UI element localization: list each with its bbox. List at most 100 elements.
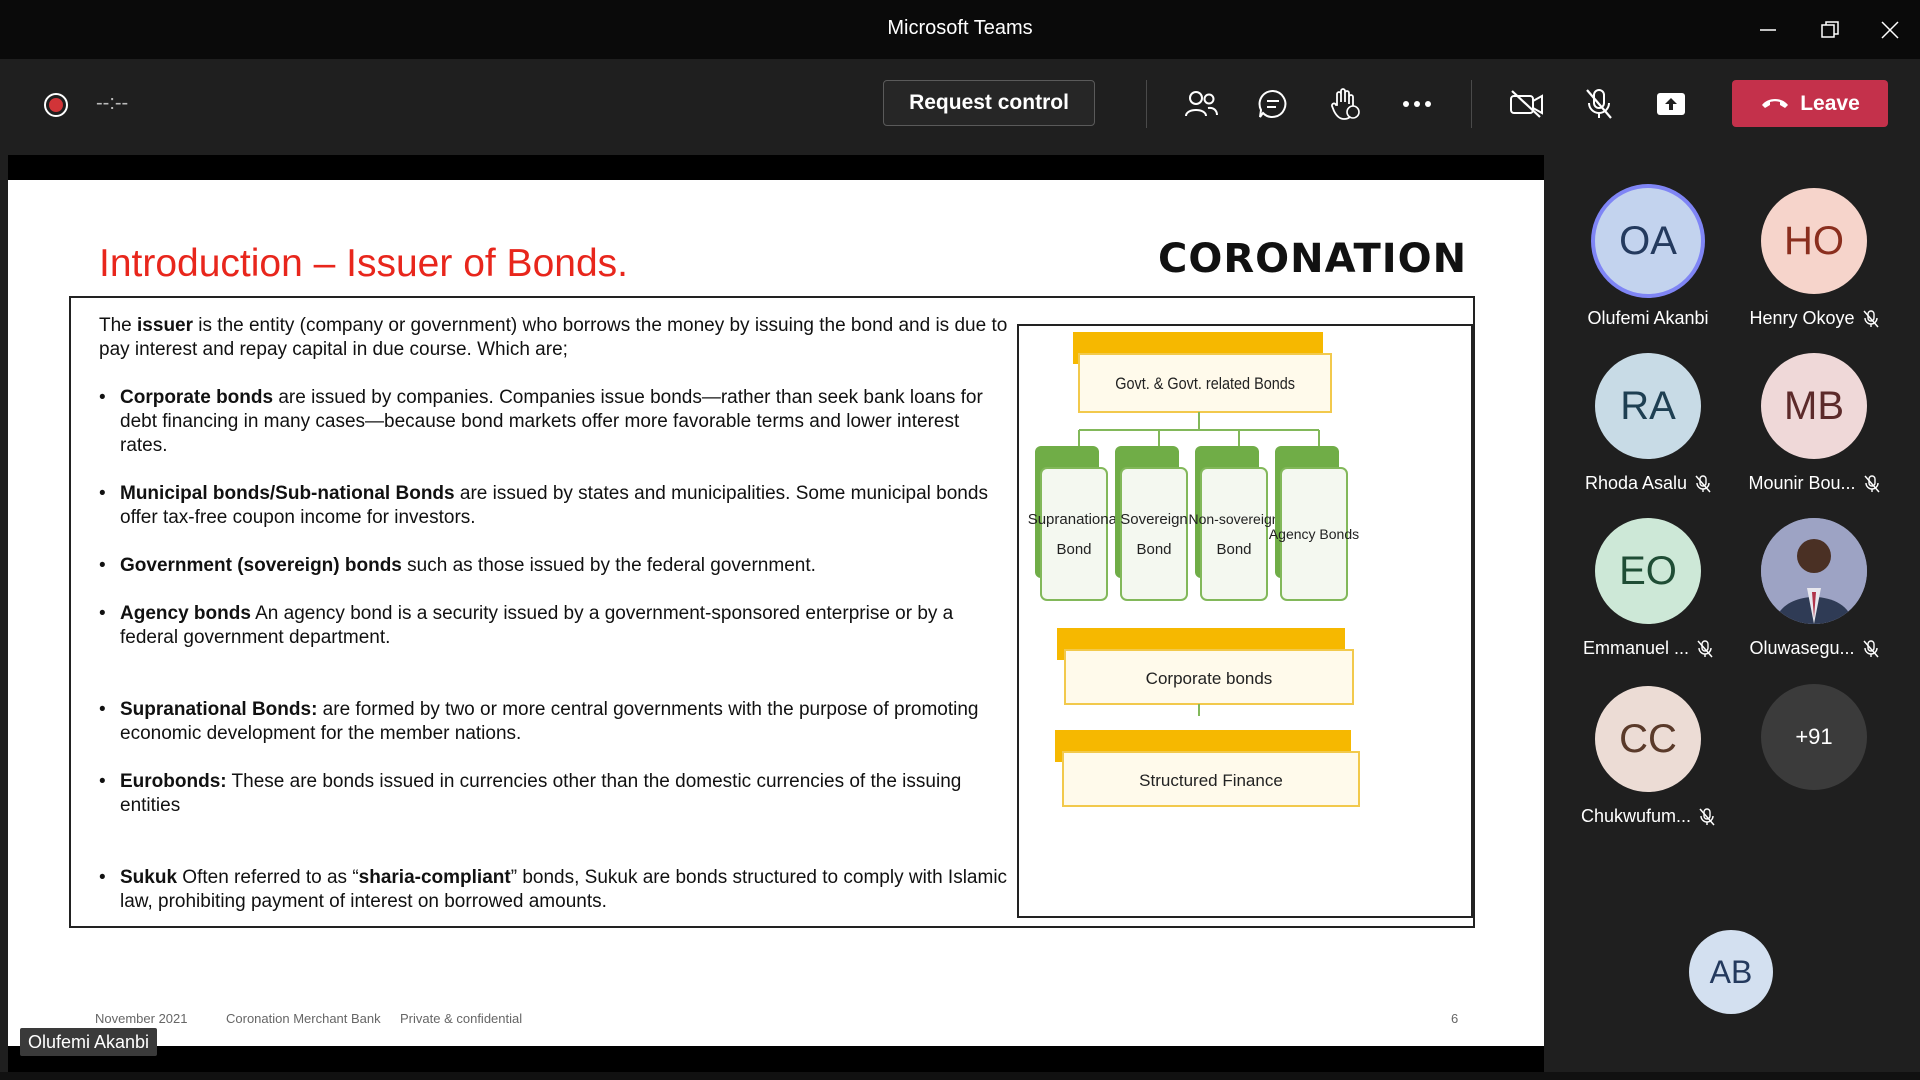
toolbar-divider [1471,80,1472,128]
leave-button[interactable]: Leave [1732,80,1888,127]
participant-name: Olufemi Akanbi [1587,308,1709,328]
list-item: Eurobonds: These are bonds issued in cur… [99,770,1009,818]
toolbar-divider [1146,80,1147,128]
intro-prefix: The [99,315,138,336]
self-avatar: AB [1689,930,1773,1014]
bullet-term: Municipal bonds/Sub-national Bonds [120,483,455,504]
child-label-line1: Agency Bonds [1269,526,1359,542]
participant-tile[interactable]: MB Mounir Bou... [1734,353,1894,494]
participant-tile[interactable]: RA Rhoda Asalu [1568,353,1728,494]
avatar: OA [1595,188,1701,294]
mic-off-icon [1863,474,1880,492]
child-label-line1: Non-sovereign [1188,511,1279,527]
participant-name: Oluwasegu... [1749,638,1855,658]
company-logo: CORONATION [1158,236,1468,282]
avatar: MB [1761,353,1867,459]
more-icon[interactable] [1396,83,1438,125]
participant-name-row: Emmanuel ... [1568,638,1728,659]
bullet-term: Eurobonds: [120,771,227,792]
stage-bottom-bar [0,1072,1920,1080]
slide-page-number: 6 [1451,1011,1459,1026]
mic-off-icon [1697,639,1713,657]
participant-name-row: Olufemi Akanbi [1568,308,1728,329]
bottom-box-label: Structured Finance [1139,771,1283,790]
restore-icon[interactable] [1812,12,1848,48]
minimize-icon[interactable] [1750,12,1786,48]
bullet-text: Often referred to as “ [177,867,359,888]
bond-types-list: Corporate bonds are issued by companies.… [99,386,1009,914]
bullet-text: These are bonds issued in currencies oth… [120,771,962,816]
participant-name: Emmanuel ... [1582,638,1690,658]
list-item: Municipal bonds/Sub-national Bonds are i… [99,482,1009,530]
participant-name: Henry Okoye [1749,308,1855,328]
participant-name-row: Chukwufum... [1568,806,1728,827]
middle-box-label: Corporate bonds [1146,669,1273,688]
child-agency: Agency Bonds [1269,446,1359,601]
list-item: Government (sovereign) bonds such as tho… [99,554,1009,578]
self-video-tile[interactable]: AB [1651,930,1811,1014]
top-box-label: Govt. & Govt. related Bonds [1115,375,1295,393]
camera-off-icon[interactable] [1506,83,1548,125]
request-control-button[interactable]: Request control [883,80,1095,126]
meeting-timer: --:-- [96,92,129,114]
child-label-line2: Bond [1136,541,1171,558]
mic-off-icon [1695,474,1711,492]
avatar: RA [1595,353,1701,459]
avatar: CC [1595,686,1701,792]
participant-name-row: Mounir Bou... [1734,473,1894,494]
participant-name-row: Henry Okoye [1734,308,1894,329]
participant-name: Chukwufum... [1580,806,1692,826]
slide-content-box: The issuer is the entity (company or gov… [69,296,1475,928]
list-item: Agency bonds An agency bond is a securit… [99,602,1009,650]
child-non-sovereign: Non-sovereign Bond [1188,446,1280,601]
bullet-term: sharia-compliant [358,867,511,888]
avatar: EO [1595,518,1701,624]
presenter-name-tag: Olufemi Akanbi [20,1028,158,1056]
mic-off-icon [1862,309,1879,327]
child-label-line2: Bond [1056,541,1091,558]
list-item: Corporate bonds are issued by companies.… [99,386,1009,458]
close-icon[interactable] [1872,12,1908,48]
list-item: Supranational Bonds: are formed by two o… [99,698,1009,746]
slide-body-text: The issuer is the entity (company or gov… [99,314,1009,938]
bullet-term: Corporate bonds [120,387,274,408]
participant-tile[interactable]: CC Chukwufum... [1568,686,1728,827]
bullet-term: Sukuk [120,867,178,888]
bullet-text: such as those issued by the federal gove… [401,555,816,576]
participant-tile[interactable]: OA Olufemi Akanbi [1568,188,1728,329]
child-label-line2: Bond [1216,541,1251,558]
leave-label: Leave [1800,91,1860,115]
mic-off-icon[interactable] [1578,83,1620,125]
people-icon[interactable] [1180,83,1222,125]
title-bar: Microsoft Teams [0,0,1920,59]
participant-tile[interactable]: HO Henry Okoye [1734,188,1894,329]
slide-footer-date: November 2021 [95,1011,188,1026]
intro-bold: issuer [137,315,194,336]
share-screen-icon[interactable] [1650,83,1692,125]
more-participants-count: +91 [1761,684,1867,790]
raise-hand-icon[interactable] [1324,83,1366,125]
avatar: HO [1761,188,1867,294]
person-photo-icon [1761,518,1867,624]
slide-footer-company: Coronation Merchant Bank [226,1011,381,1026]
participant-tile[interactable]: EO Emmanuel ... [1568,518,1728,659]
shared-slide: Introduction – Issuer of Bonds. CORONATI… [8,180,1544,1046]
more-participants-tile[interactable]: +91 [1734,684,1894,790]
avatar-photo [1761,518,1867,624]
participant-name-row: Rhoda Asalu [1568,473,1728,494]
mic-off-icon [1699,807,1715,825]
intro-rest: is the entity (company or government) wh… [99,315,1008,360]
participant-tile[interactable]: Oluwasegu... [1734,518,1894,659]
chat-icon[interactable] [1252,83,1294,125]
child-sovereign: Sovereign Bond [1115,446,1188,601]
participant-name: Rhoda Asalu [1584,473,1688,493]
list-item: Sukuk Often referred to as “sharia-compl… [99,866,1009,914]
intro-paragraph: The issuer is the entity (company or gov… [99,314,1009,362]
recording-indicator-icon [44,93,68,117]
slide-footer-confidential: Private & confidential [400,1011,523,1026]
mic-off-icon [1862,639,1879,657]
bullet-term: Supranational Bonds: [120,699,318,720]
bond-types-diagram: Govt. & Govt. related Bonds Supranationa… [1017,324,1473,918]
child-supranational: Supranational Bond [1028,446,1120,601]
diagram-svg: Govt. & Govt. related Bonds Supranationa… [1028,332,1360,807]
